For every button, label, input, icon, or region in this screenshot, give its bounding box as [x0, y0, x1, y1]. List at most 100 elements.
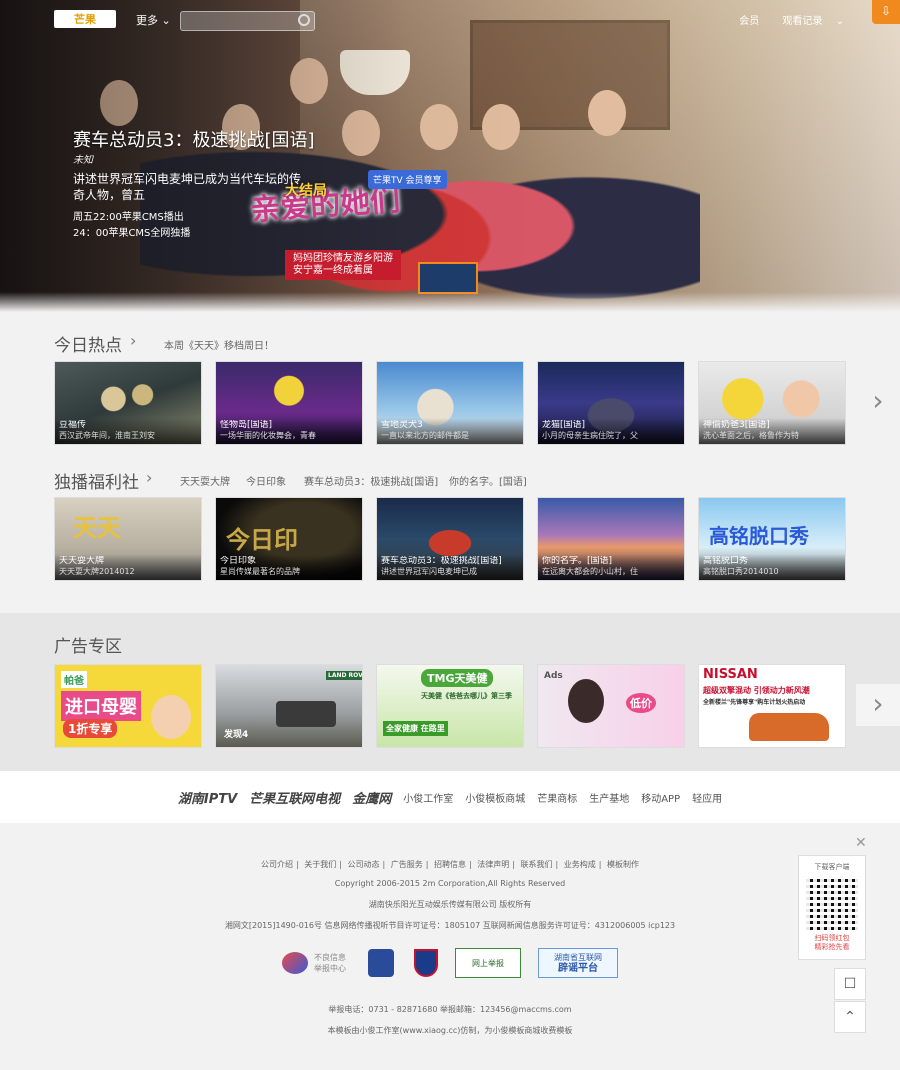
back-to-top-icon[interactable]: ⌃	[834, 1001, 866, 1033]
hero-schedule-2: 24：00苹果CMS全网独播	[73, 228, 191, 239]
ad-card[interactable]: Ads 低价	[537, 664, 685, 748]
hero-fade	[0, 292, 900, 312]
police-badge[interactable]	[368, 948, 394, 978]
section-title-today[interactable]: 今日热点	[54, 331, 122, 356]
download-icon[interactable]: ⇩	[872, 0, 900, 24]
online-report-badge[interactable]: 网上举报	[455, 948, 521, 978]
partner-brand[interactable]: 芒果互联网电视	[249, 788, 340, 807]
badge-label: 网上举报	[472, 958, 504, 968]
footer-link[interactable]: 联系我们	[521, 860, 553, 869]
card-title: 高铭脱口秀	[703, 556, 749, 566]
exclusive-link[interactable]: 赛车总动员3：极速挑战[国语]	[304, 473, 438, 488]
section-title-ads: 广告专区	[54, 637, 122, 657]
badge-line: 不良信息	[314, 953, 346, 962]
card-title: 雪地灵犬3	[381, 420, 423, 430]
partner-link[interactable]: 小俊模板商城	[465, 790, 525, 805]
exclusive-link[interactable]: 天天耍大牌	[180, 473, 230, 488]
partner-link[interactable]: 芒果商标	[537, 790, 577, 805]
exclusive-link[interactable]: 你的名字。[国语]	[449, 473, 527, 488]
footer-link[interactable]: 业务构成	[564, 860, 596, 869]
ad-line3: 全新楼兰"先锋尊享"购车计划火热启动	[703, 699, 806, 706]
ad-card[interactable]: TMG天美健 天美健《爸爸去哪儿》第三季 全家健康 在路里	[376, 664, 524, 748]
chevron-right-icon[interactable]: ›	[146, 468, 152, 487]
card-desc: 天天耍大牌2014012	[59, 567, 135, 576]
member-link[interactable]: 会员	[739, 16, 759, 27]
card-title: 你的名字。[国语]	[542, 556, 613, 566]
partner-brand[interactable]: 金鹰网	[352, 788, 391, 807]
partner-link[interactable]: 小俊工作室	[403, 790, 453, 805]
chevron-right-icon[interactable]: ›	[130, 331, 136, 350]
card-caption: 神偷奶爸3[国语] 洗心革面之后，格鲁作为特	[699, 418, 845, 444]
video-card[interactable]: 高铭脱口秀 高铭脱口秀 高铭脱口秀2014010	[698, 497, 846, 581]
hero-description: 讲述世界冠军闪电麦坤已成为当代车坛的传奇人物，曾五	[73, 172, 302, 202]
footer-link[interactable]: 模板制作	[607, 860, 639, 869]
car-image	[276, 701, 336, 727]
video-card[interactable]: 今日印 今日印象 星尚传媒最著名的品牌	[215, 497, 363, 581]
site-logo[interactable]: 芒果	[54, 10, 116, 28]
badge-line: 举报中心	[314, 964, 346, 973]
report-center-badge[interactable]: 不良信息 举报中心	[282, 948, 346, 978]
video-card[interactable]: 天天 天天耍大牌 天天耍大牌2014012	[54, 497, 202, 581]
video-card[interactable]: 赛车总动员3：极速挑战[国语] 讲述世界冠军闪电麦坤已成	[376, 497, 524, 581]
chevron-down-icon: ⌄	[161, 14, 171, 27]
footer-link[interactable]: 招聘信息	[434, 860, 466, 869]
history-link[interactable]: 观看记录 ⌄	[772, 16, 844, 27]
hero-slide-thumb[interactable]	[418, 262, 478, 294]
today-note[interactable]: 本周《天天》移档周日！	[164, 337, 274, 352]
close-icon[interactable]: ✕	[855, 835, 867, 851]
footer-link[interactable]: 法律声明	[477, 860, 509, 869]
qr-line1: 扫码领红包	[814, 934, 850, 942]
hero-art-badge: 芒果TV 会员尊享	[368, 170, 447, 189]
video-card[interactable]: 怪物岛[国语] 一场华丽的化妆舞会，青春	[215, 361, 363, 445]
car-image	[749, 713, 829, 741]
footer-link[interactable]: 公司介绍	[261, 860, 293, 869]
partner-link[interactable]: 移动APP	[641, 790, 680, 805]
police-icon	[368, 949, 394, 977]
feedback-icon[interactable]: ☐	[834, 968, 866, 1000]
history-label: 观看记录	[782, 16, 823, 27]
badge-line: 湖南省互联网	[554, 953, 602, 962]
hero-title[interactable]: 赛车总动员3：极速挑战[国语]	[73, 126, 315, 152]
card-desc: 小月的母亲生病住院了，父	[542, 431, 638, 440]
footer-link[interactable]: 关于我们	[304, 860, 336, 869]
more-label: 更多	[136, 14, 158, 27]
hero-banner[interactable]: 亲爱的她们 大结局 芒果TV 会员尊享 妈妈团珍情友游乡阳游 安宁嘉一终成着属 …	[0, 0, 900, 312]
video-card[interactable]: 雪地灵犬3 一直以来北方的邮件都是	[376, 361, 524, 445]
footer-link[interactable]: 广告服务	[391, 860, 423, 869]
footer-company: 湖南快乐阳光互动娱乐传媒有限公司 版权所有	[368, 900, 532, 909]
video-card[interactable]: 豆福传 西汉武帝年间，淮南王刘安	[54, 361, 202, 445]
ad-card[interactable]: LAND ROVER 发现4	[215, 664, 363, 748]
card-desc: 讲述世界冠军闪电麦坤已成	[381, 567, 477, 576]
ad-card[interactable]: NISSAN 超级双擎混动 引领动力新风潮 全新楼兰"先锋尊享"购车计划火热启动	[698, 664, 846, 748]
partner-link[interactable]: 轻应用	[692, 790, 722, 805]
baby-image	[151, 695, 191, 739]
next-arrow-icon[interactable]: ›	[856, 361, 900, 445]
footer-link[interactable]: 公司动态	[348, 860, 380, 869]
hero-schedule-1: 周五22:00苹果CMS播出	[73, 212, 184, 223]
card-title: 怪物岛[国语]	[220, 420, 273, 430]
rumor-platform-badge[interactable]: 湖南省互联网 辟谣平台	[538, 948, 618, 978]
next-arrow-icon[interactable]: ›	[856, 684, 900, 726]
qr-download-panel[interactable]: 下载客户端 扫码领红包 精彩抢先看	[798, 855, 866, 960]
card-desc: 西汉武帝年间，淮南王刘安	[59, 431, 155, 440]
more-menu[interactable]: 更多 ⌄	[136, 12, 171, 28]
exclusive-link[interactable]: 今日印象	[246, 473, 286, 488]
ad-line2: 超级双擎混动 引领动力新风潮	[703, 686, 810, 695]
ad-card[interactable]: 帕爸 进口母婴 1折专享	[54, 664, 202, 748]
ad-line2: 进口母婴	[61, 691, 141, 721]
qr-line2: 精彩抢先看	[814, 943, 850, 951]
ad-line3: 1折专享	[63, 719, 118, 738]
video-card[interactable]: 神偷奶爸3[国语] 洗心革面之后，格鲁作为特	[698, 361, 846, 445]
video-card[interactable]: 龙猫[国语] 小月的母亲生病住院了，父	[537, 361, 685, 445]
partner-brand[interactable]: 湖南IPTV	[178, 788, 237, 807]
section-title-exclusive[interactable]: 独播福利社	[54, 468, 139, 493]
search-input[interactable]	[180, 11, 315, 31]
shield-badge[interactable]	[414, 948, 438, 978]
partner-link[interactable]: 生产基地	[589, 790, 629, 805]
video-card[interactable]: 你的名字。[国语] 在远离大都会的小山村，住	[537, 497, 685, 581]
ad-line2: 发现4	[224, 730, 249, 740]
card-desc: 高铭脱口秀2014010	[703, 567, 779, 576]
top-right-nav: 会员 观看记录 ⌄	[729, 12, 844, 27]
search-icon[interactable]	[298, 14, 310, 26]
footer-made-by: 本模板由小俊工作室(www.xiaog.cc)仿制，为小俊模板商城收费模板	[327, 1026, 573, 1035]
